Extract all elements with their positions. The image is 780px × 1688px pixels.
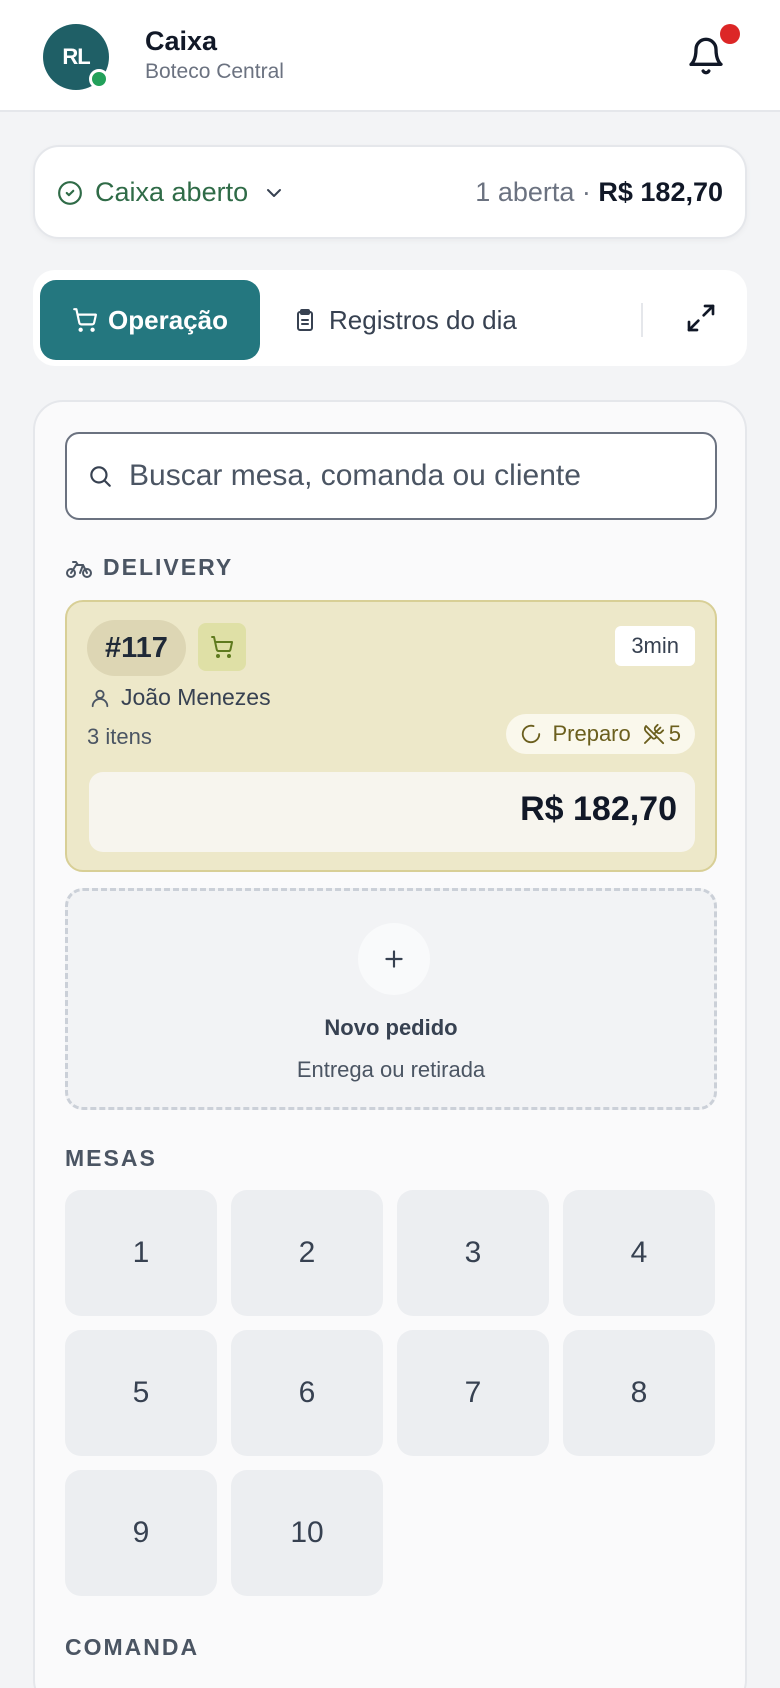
cash-status-label: Caixa aberto bbox=[95, 177, 249, 207]
spinner-icon bbox=[522, 724, 541, 744]
order-total-box: R$ 182,70 bbox=[89, 772, 695, 852]
table-button[interactable]: 5 bbox=[65, 1330, 217, 1456]
search-input[interactable] bbox=[129, 459, 689, 493]
plus-icon bbox=[358, 923, 430, 995]
search-icon bbox=[90, 466, 111, 487]
clipboard-icon bbox=[297, 309, 313, 331]
order-items-count: 3 itens bbox=[87, 724, 152, 749]
bike-icon bbox=[66, 560, 92, 578]
table-button[interactable]: 10 bbox=[231, 1470, 383, 1596]
order-status-label: Preparo bbox=[552, 721, 631, 746]
delivery-label-text: DELIVERY bbox=[103, 554, 234, 580]
open-total: R$ 182,70 bbox=[598, 177, 723, 207]
order-status-badge: Preparo 5 bbox=[506, 714, 695, 754]
chevron-down-icon bbox=[267, 188, 282, 197]
tab-operacao[interactable]: Operação bbox=[40, 280, 260, 360]
avatar-initials: RL bbox=[62, 44, 90, 69]
header-subtitle: Boteco Central bbox=[145, 60, 284, 83]
table-button[interactable]: 2 bbox=[231, 1190, 383, 1316]
online-status-dot bbox=[89, 69, 109, 89]
header-title: Caixa bbox=[145, 26, 218, 56]
tab-operacao-label: Operação bbox=[108, 304, 228, 335]
comanda-section-label: COMANDA bbox=[65, 1634, 200, 1660]
order-type-badge bbox=[198, 623, 246, 671]
tables-section-label: MESAS bbox=[65, 1145, 157, 1171]
operation-panel: DELIVERY #117 3min João Menezes 3 itens … bbox=[33, 400, 747, 1688]
cash-status-dropdown[interactable]: Caixa aberto bbox=[57, 177, 298, 208]
cart-icon bbox=[73, 308, 98, 332]
order-customer: João Menezes bbox=[89, 684, 271, 711]
table-button[interactable]: 3 bbox=[397, 1190, 549, 1316]
table-button[interactable]: 4 bbox=[563, 1190, 715, 1316]
cart-icon bbox=[211, 636, 234, 658]
tab-divider bbox=[641, 303, 643, 337]
table-button[interactable]: 1 bbox=[65, 1190, 217, 1316]
bell-icon[interactable] bbox=[686, 34, 726, 78]
order-elapsed-time: 3min bbox=[615, 626, 695, 666]
user-icon bbox=[91, 689, 109, 707]
order-total: R$ 182,70 bbox=[520, 790, 677, 828]
new-order-button[interactable]: Novo pedido Entrega ou retirada bbox=[65, 888, 717, 1110]
new-order-title: Novo pedido bbox=[324, 1015, 458, 1040]
notification-badge bbox=[720, 24, 740, 44]
cash-register-status-card[interactable]: Caixa aberto 1 aberta · R$ 182,70 bbox=[33, 145, 747, 239]
search-box[interactable] bbox=[65, 432, 717, 520]
open-count: 1 aberta · bbox=[475, 177, 591, 207]
app-header: RL Caixa Boteco Central bbox=[0, 0, 780, 112]
table-button[interactable]: 8 bbox=[563, 1330, 715, 1456]
kitchen-count: 5 bbox=[668, 721, 681, 746]
table-button[interactable]: 6 bbox=[231, 1330, 383, 1456]
delivery-section-label: DELIVERY bbox=[65, 554, 233, 581]
table-button[interactable]: 9 bbox=[65, 1470, 217, 1596]
delivery-order-card[interactable]: #117 3min João Menezes 3 itens Preparo 5… bbox=[65, 600, 717, 872]
open-orders-summary: 1 aberta · R$ 182,70 bbox=[475, 177, 723, 208]
tab-registros[interactable]: Registros do dia bbox=[293, 280, 517, 360]
view-tabs: Operação Registros do dia bbox=[33, 270, 747, 366]
check-circle-icon bbox=[58, 180, 82, 205]
new-order-subtitle: Entrega ou retirada bbox=[296, 1057, 486, 1082]
expand-icon[interactable] bbox=[685, 302, 717, 334]
customer-name: João Menezes bbox=[121, 684, 271, 710]
utensils-crossed-icon bbox=[643, 723, 664, 745]
order-number: #117 bbox=[87, 620, 186, 676]
tab-registros-label: Registros do dia bbox=[329, 304, 517, 335]
table-button[interactable]: 7 bbox=[397, 1330, 549, 1456]
